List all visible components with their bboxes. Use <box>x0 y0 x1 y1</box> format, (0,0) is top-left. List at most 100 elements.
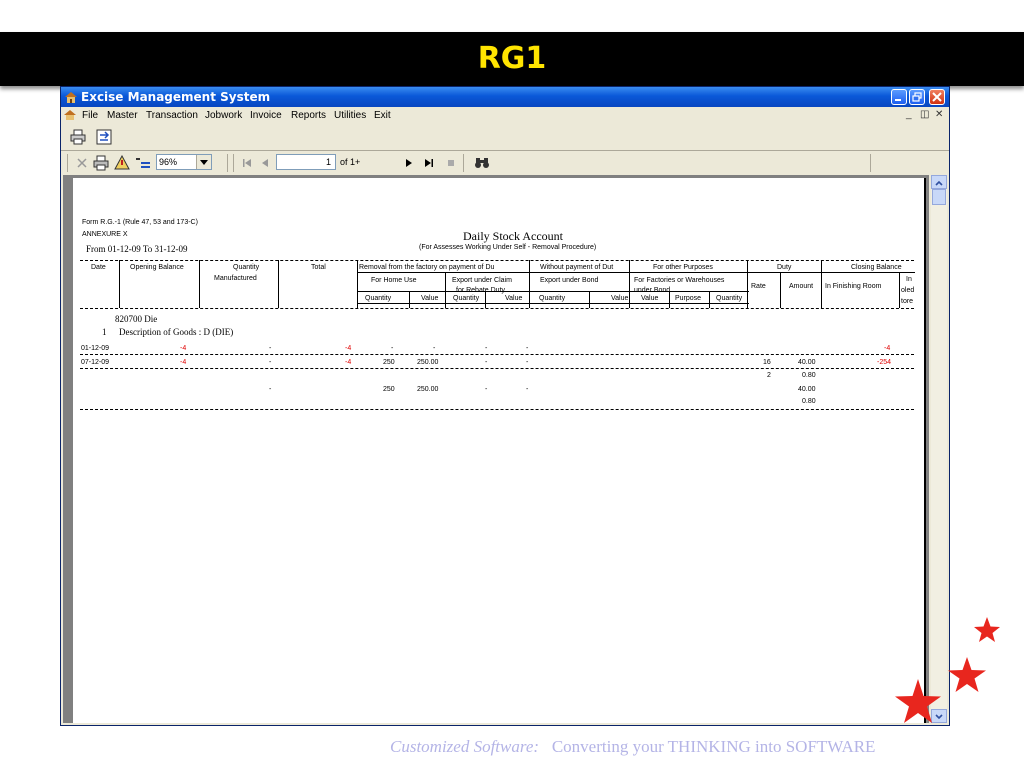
col-divider <box>529 260 530 308</box>
col-other-qty: Quantity <box>716 295 743 302</box>
header-sub-rule-2 <box>357 291 749 292</box>
col-divider <box>119 260 120 308</box>
toolbar-separator <box>227 154 228 172</box>
menu-bar: File Master Transaction Jobwork Invoice … <box>61 107 949 124</box>
header-top-rule <box>80 260 914 261</box>
menu-utilities[interactable]: Utilities <box>334 110 366 121</box>
group-tree-icon[interactable] <box>135 155 151 171</box>
export-icon <box>96 129 112 145</box>
minimize-button[interactable] <box>891 89 907 105</box>
report-subtitle: (For Assesses Working Under Self - Remov… <box>419 244 597 251</box>
minimize-icon <box>895 99 901 101</box>
toolbar-separator <box>233 154 234 172</box>
export-button[interactable] <box>95 128 113 146</box>
col-export-qty: Quantity <box>453 295 480 302</box>
header-bottom-rule <box>80 308 914 309</box>
main-toolbar <box>61 125 949 149</box>
menu-jobwork[interactable]: Jobwork <box>205 110 242 121</box>
printer-icon <box>70 129 86 145</box>
col-other-purposes: For other Purposes <box>653 264 713 271</box>
total-home-qty: 250 <box>383 386 395 393</box>
extra-rate: 2 <box>767 372 771 379</box>
col-export-claim: Export under Claim <box>452 277 512 284</box>
footer-tagline: Converting your THINKING into SOFTWARE <box>551 737 876 756</box>
page-number-input[interactable]: 1 <box>276 154 336 170</box>
col-date: Date <box>91 264 106 271</box>
scroll-thumb[interactable] <box>932 189 946 205</box>
binoculars-icon[interactable] <box>474 155 490 171</box>
mdi-close-icon[interactable]: ✕ <box>935 109 943 120</box>
total-qty: - <box>269 386 272 393</box>
slide-footer: Customized Software: Converting your THI… <box>390 737 875 757</box>
col-divider <box>278 260 279 308</box>
report-period: From 01-12-09 To 31-12-09 <box>86 244 188 254</box>
col-divider <box>709 291 710 308</box>
row-date: 01-12-09 <box>81 345 110 352</box>
previous-page-icon[interactable] <box>259 155 271 171</box>
close-button[interactable] <box>929 89 945 105</box>
row-qty: - <box>269 359 272 366</box>
mdi-app-icon <box>64 110 76 120</box>
zoom-dropdown-button[interactable] <box>196 155 211 169</box>
star-icon <box>974 617 1000 642</box>
col-opening-balance: Opening Balance <box>130 264 184 271</box>
zoom-value: 96% <box>159 157 178 167</box>
menu-invoice[interactable]: Invoice <box>250 110 282 121</box>
star-icon <box>895 679 941 723</box>
menu-reports[interactable]: Reports <box>291 110 326 121</box>
row-exp-qty: - <box>485 345 488 352</box>
last-page-icon[interactable] <box>423 155 435 171</box>
first-page-icon[interactable] <box>241 155 253 171</box>
row-total: -4 <box>345 359 352 366</box>
col-home-use: For Home Use <box>371 277 417 284</box>
row-exp-val: - <box>526 359 529 366</box>
col-divider <box>747 260 748 308</box>
col-home-qty: Quantity <box>365 295 392 302</box>
header-sub-rule <box>357 272 915 273</box>
toolbar-separator <box>870 154 871 172</box>
zoom-select[interactable]: 96% <box>156 154 212 170</box>
col-divider <box>629 260 630 308</box>
row-amount: 40.00 <box>798 359 816 366</box>
mdi-minimize-icon[interactable]: _ <box>906 109 912 120</box>
col-divider <box>485 291 486 308</box>
scroll-up-button[interactable] <box>931 175 947 189</box>
chevron-down-icon <box>200 160 208 165</box>
row-qty: - <box>269 345 272 352</box>
row-rate: 16 <box>763 359 771 366</box>
col-divider <box>445 272 446 308</box>
toolbar-grip <box>67 154 68 172</box>
col-divider <box>669 291 670 308</box>
row-home-qty: - <box>391 345 394 352</box>
mdi-restore-icon[interactable]: ◫ <box>920 109 929 120</box>
star-icon <box>948 657 986 692</box>
col-divider <box>357 260 358 308</box>
menu-exit[interactable]: Exit <box>374 110 391 121</box>
restore-button[interactable] <box>909 89 925 105</box>
item-number: 1 <box>102 327 107 337</box>
report-title: Daily Stock Account <box>463 229 563 243</box>
stop-icon[interactable] <box>445 155 457 171</box>
row-home-qty: 250 <box>383 359 395 366</box>
export-report-icon[interactable] <box>114 155 130 171</box>
col-without-payment: Without payment of Dut <box>540 264 614 271</box>
next-page-icon[interactable] <box>403 155 415 171</box>
window-titlebar[interactable]: Excise Management System <box>61 87 949 107</box>
close-report-icon[interactable] <box>75 155 89 171</box>
close-icon <box>932 92 942 102</box>
col-divider <box>199 260 200 308</box>
col-export-value: Value <box>505 295 523 302</box>
footer-italic: Customized Software: <box>390 737 540 756</box>
report-page: Form R.G.-1 (Rule 47, 53 and 173-C) ANNE… <box>73 178 926 723</box>
report-view-area[interactable]: Form R.G.-1 (Rule 47, 53 and 173-C) ANNE… <box>63 175 929 723</box>
print-button[interactable] <box>69 128 87 146</box>
menu-file[interactable]: File <box>82 110 98 121</box>
toolbar-separator <box>463 154 464 172</box>
menu-transaction[interactable]: Transaction <box>146 110 198 121</box>
form-line: Form R.G.-1 (Rule 47, 53 and 173-C) <box>82 219 198 226</box>
print-report-icon[interactable] <box>93 155 109 171</box>
total-home-val: 250.00 <box>417 386 439 393</box>
col-bond-value: Value <box>611 295 629 302</box>
extra-amount: 0.80 <box>802 372 816 379</box>
menu-master[interactable]: Master <box>107 110 138 121</box>
